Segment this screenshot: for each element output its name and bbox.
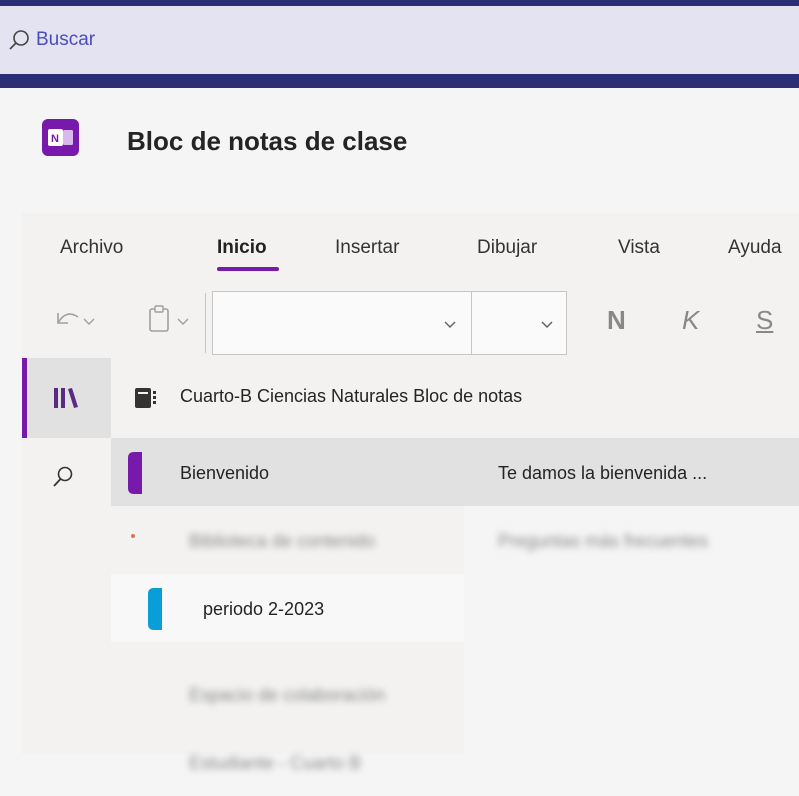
nav-active-indicator bbox=[22, 358, 27, 438]
notebook-icon bbox=[135, 388, 156, 408]
italic-button[interactable]: K bbox=[682, 305, 699, 336]
page-preguntas[interactable]: Preguntas más frecuentes bbox=[464, 506, 799, 574]
app-header: N Bloc de notas de clase bbox=[0, 88, 799, 200]
paste-button[interactable] bbox=[146, 303, 202, 337]
tab-inicio[interactable]: Inicio bbox=[217, 237, 267, 259]
page-list: Te damos la bienvenida ... Preguntas más… bbox=[464, 438, 799, 754]
nav-notebooks-item[interactable] bbox=[22, 358, 111, 438]
section-bienvenido[interactable]: Bienvenido bbox=[111, 438, 464, 506]
page-bienvenida[interactable]: Te damos la bienvenida ... bbox=[464, 438, 799, 506]
toolbar-divider bbox=[205, 293, 206, 353]
page-label: Te damos la bienvenida ... bbox=[498, 463, 708, 483]
notebooks-icon bbox=[54, 388, 78, 408]
chevron-down-icon bbox=[444, 321, 456, 328]
tab-archivo[interactable]: Archivo bbox=[60, 237, 123, 259]
top-bar: Buscar bbox=[0, 0, 799, 88]
active-tab-indicator bbox=[217, 267, 279, 271]
section-periodo[interactable]: periodo 2-2023 bbox=[111, 574, 464, 642]
search-icon[interactable] bbox=[51, 464, 77, 490]
underline-button[interactable]: S bbox=[756, 305, 773, 336]
section-tab-icon bbox=[148, 588, 162, 630]
section-label: Estudiante - Cuarto B bbox=[189, 753, 362, 773]
notebook-header[interactable]: Cuarto-B Ciencias Naturales Bloc de nota… bbox=[111, 358, 799, 438]
section-color-dot bbox=[131, 534, 135, 538]
section-biblioteca[interactable]: Biblioteca de contenido bbox=[111, 506, 464, 574]
search-label: Buscar bbox=[36, 29, 96, 50]
app-title: Bloc de notas de clase bbox=[127, 126, 408, 156]
ribbon: Archivo Inicio Insertar Dibujar Vista Ay… bbox=[22, 213, 799, 359]
section-list: Bienvenido Biblioteca de contenido perio… bbox=[111, 438, 464, 773]
chevron-down-icon bbox=[541, 321, 553, 328]
font-size-select[interactable] bbox=[471, 291, 567, 355]
section-label: Bienvenido bbox=[180, 463, 270, 483]
notebook-title: Cuarto-B Ciencias Naturales Bloc de nota… bbox=[180, 386, 523, 406]
search-icon bbox=[9, 30, 29, 50]
onenote-logo-icon: N bbox=[42, 119, 79, 156]
section-espacio[interactable]: Espacio de colaboración bbox=[111, 660, 464, 728]
tab-insertar[interactable]: Insertar bbox=[335, 237, 399, 259]
section-label: Biblioteca de contenido bbox=[189, 531, 376, 551]
tab-dibujar[interactable]: Dibujar bbox=[477, 237, 537, 259]
undo-button[interactable] bbox=[52, 305, 98, 335]
search-box[interactable]: Buscar bbox=[0, 6, 799, 74]
bold-button[interactable]: N bbox=[607, 305, 626, 336]
section-tab-icon bbox=[128, 452, 142, 494]
tab-ayuda[interactable]: Ayuda bbox=[728, 237, 782, 259]
font-select[interactable] bbox=[212, 291, 472, 355]
section-estudiante[interactable]: Estudiante - Cuarto B bbox=[111, 728, 464, 796]
section-label: Espacio de colaboración bbox=[189, 685, 386, 705]
section-label: periodo 2-2023 bbox=[203, 599, 325, 619]
page-label: Preguntas más frecuentes bbox=[498, 531, 709, 551]
tab-vista[interactable]: Vista bbox=[618, 237, 660, 259]
logo-letter: N bbox=[51, 133, 59, 145]
